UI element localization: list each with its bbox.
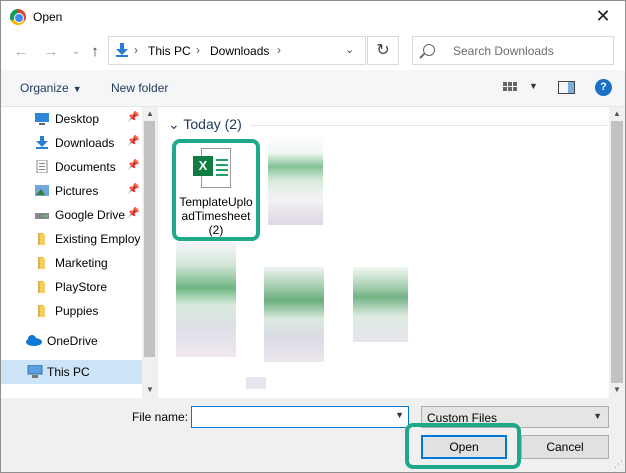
download-arrow-icon [116, 43, 128, 57]
navigation-bar: ← → ⌄ ↑ › This PC › Downloads › ⌄ ↻ Sear… [1, 32, 625, 70]
scroll-down-arrow[interactable]: ▼ [146, 385, 154, 394]
this-pc-icon [27, 365, 43, 378]
window-title: Open [33, 10, 63, 24]
address-bar[interactable]: › This PC › Downloads › ⌄ [108, 36, 366, 65]
sidebar-item-documents[interactable]: Documents 📌 [1, 155, 142, 179]
help-icon[interactable]: ? [595, 79, 612, 96]
file-item[interactable]: X TemplateUploadTimesheet (2) [172, 139, 260, 241]
sidebar-scrollbar[interactable]: ▲ ▼ [142, 107, 157, 398]
sidebar-item-desktop[interactable]: Desktop 📌 [1, 107, 142, 131]
command-toolbar: Organize ▼ New folder ▼ ? [1, 70, 625, 107]
sidebar-scroll-thumb[interactable] [144, 121, 155, 357]
back-button[interactable]: ← [11, 42, 31, 62]
file-name: TemplateUploadTimesheet (2) [179, 195, 253, 237]
pin-icon: 📌 [127, 160, 140, 171]
new-folder-button[interactable]: New folder [111, 81, 168, 95]
desktop-icon [35, 113, 49, 125]
search-box[interactable]: Search Downloads [412, 36, 614, 65]
navigation-pane: Desktop 📌 Downloads 📌 Documents 📌 Pictur… [1, 107, 157, 398]
pin-icon: 📌 [127, 136, 140, 147]
group-header[interactable]: ⌄ Today (2) [168, 116, 242, 133]
sidebar-item-this-pc[interactable]: This PC [1, 360, 142, 384]
sidebar-item-label: Marketing [55, 256, 108, 270]
open-button[interactable]: Open [421, 435, 507, 459]
sidebar-item-existing-employees[interactable]: Existing Employees [1, 227, 142, 251]
sidebar-item-label: PlayStore [55, 280, 108, 294]
file-name-input[interactable]: ▼ [191, 406, 409, 428]
breadcrumb-separator: › [196, 43, 200, 57]
sidebar-item-label: OneDrive [47, 334, 98, 348]
group-header-label: Today (2) [183, 116, 242, 132]
recent-locations-dropdown[interactable]: ⌄ [66, 42, 86, 62]
pictures-icon [35, 185, 49, 196]
breadcrumb-downloads[interactable]: Downloads [210, 44, 269, 58]
organize-label: Organize [20, 81, 69, 95]
folder-icon [38, 281, 45, 293]
sidebar-item-puppies[interactable]: Puppies [1, 299, 142, 323]
onedrive-icon [26, 335, 42, 346]
file-name-label: File name: [132, 410, 189, 424]
preview-pane-icon[interactable] [558, 81, 575, 94]
breadcrumb-this-pc[interactable]: This PC [148, 44, 191, 58]
scroll-down-arrow[interactable]: ▼ [613, 385, 621, 394]
search-icon [423, 44, 435, 56]
group-divider [250, 125, 607, 126]
folder-icon [38, 233, 45, 245]
dialog-footer: File name: ▼ Custom Files ▼ Open Cancel … [1, 398, 625, 472]
cancel-button[interactable]: Cancel [521, 435, 609, 459]
file-list-scrollbar[interactable]: ▲ ▼ [609, 107, 625, 398]
scroll-up-arrow[interactable]: ▲ [146, 109, 154, 118]
title-bar: Open ✕ [1, 1, 625, 32]
pin-icon: 📌 [127, 208, 140, 219]
sidebar-item-onedrive[interactable]: OneDrive [1, 329, 142, 353]
documents-icon [36, 160, 48, 173]
view-dropdown-icon[interactable]: ▼ [529, 81, 538, 91]
excel-badge: X [193, 156, 213, 176]
chevron-down-icon: ▼ [593, 411, 602, 421]
open-dialog: Open ✕ ← → ⌄ ↑ › This PC › Downloads › ⌄… [0, 0, 626, 473]
view-options-icon[interactable] [503, 82, 517, 94]
breadcrumb-separator: › [134, 43, 138, 57]
download-icon [36, 136, 48, 149]
sidebar-item-pictures[interactable]: Pictures 📌 [1, 179, 142, 203]
breadcrumb-separator: › [277, 43, 281, 57]
excel-file-icon: X [193, 148, 233, 190]
forward-button[interactable]: → [41, 42, 61, 62]
search-placeholder: Search Downloads [453, 44, 554, 58]
sidebar-item-marketing[interactable]: Marketing [1, 251, 142, 275]
scroll-up-arrow[interactable]: ▲ [613, 109, 621, 118]
sidebar-item-label: This PC [47, 365, 90, 379]
refresh-button[interactable]: ↻ [367, 36, 399, 65]
pin-icon: 📌 [127, 184, 140, 195]
folder-icon [38, 257, 45, 269]
close-button[interactable]: ✕ [581, 1, 625, 32]
file-list: ⌄ Today (2) X TemplateUploadTimesheet (2… [158, 107, 625, 398]
sidebar-item-playstore[interactable]: PlayStore [1, 275, 142, 299]
sidebar-item-google-drive[interactable]: Google Drive 📌 [1, 203, 142, 227]
address-history-dropdown[interactable]: ⌄ [345, 43, 354, 56]
pin-icon: 📌 [127, 112, 140, 123]
drive-icon [35, 213, 49, 219]
file-list-scroll-thumb[interactable] [611, 121, 623, 383]
folder-icon [38, 305, 45, 317]
sidebar-item-downloads[interactable]: Downloads 📌 [1, 131, 142, 155]
organize-button[interactable]: Organize ▼ [20, 81, 82, 95]
resize-grip-icon[interactable]: ⋰ [614, 459, 623, 470]
sidebar-item-label: Puppies [55, 304, 99, 318]
chrome-icon [10, 9, 26, 25]
chevron-down-icon[interactable]: ▼ [395, 410, 404, 420]
sidebar-item-label: Existing Employees [55, 232, 141, 246]
caret-down-icon: ▼ [72, 84, 82, 94]
up-button[interactable]: ↑ [85, 42, 105, 62]
